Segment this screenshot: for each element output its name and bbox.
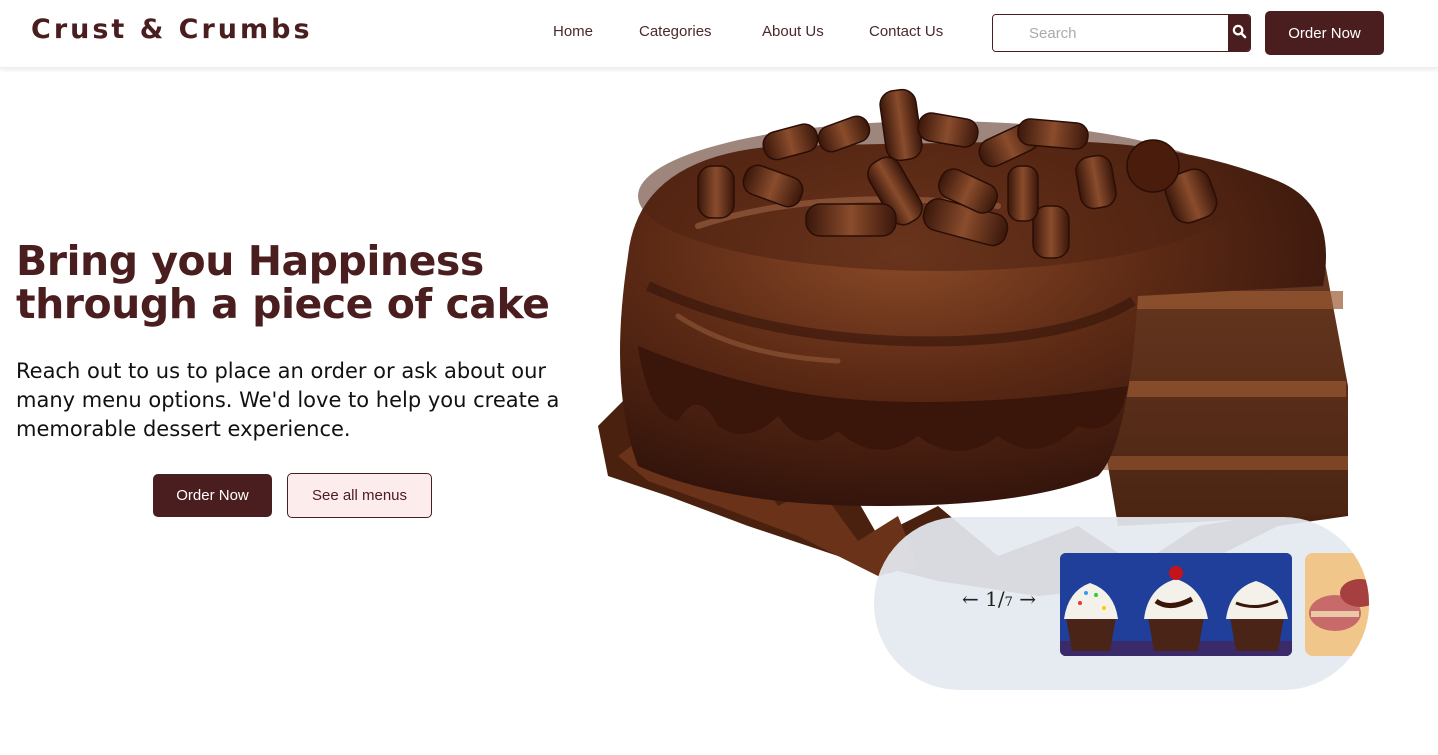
- product-carousel[interactable]: ← 1/7 →: [874, 517, 1369, 690]
- nav-contact-us[interactable]: Contact Us: [869, 23, 943, 40]
- nav-about-us[interactable]: About Us: [762, 23, 824, 40]
- site-header: Crust & Crumbs Home Categories About Us …: [0, 0, 1438, 68]
- see-all-menus-button[interactable]: See all menus: [287, 473, 432, 518]
- cupcakes-image: [1060, 553, 1292, 656]
- hero-title-line1: Bring you Happiness: [16, 237, 484, 285]
- hero-title: Bring you Happiness through a piece of c…: [16, 240, 576, 326]
- carousel-slide-cupcakes[interactable]: [1060, 553, 1292, 656]
- hero-order-now-button[interactable]: Order Now: [153, 474, 272, 517]
- carousel-slide-macarons[interactable]: [1305, 553, 1369, 656]
- carousel-counter[interactable]: ← 1/7 →: [962, 587, 1036, 611]
- brand-logo[interactable]: Crust & Crumbs: [31, 14, 313, 45]
- search-input[interactable]: [993, 15, 1228, 51]
- nav-categories[interactable]: Categories: [639, 23, 712, 40]
- carousel-next-arrow-icon[interactable]: →: [1019, 587, 1036, 611]
- search-icon: [1232, 24, 1247, 43]
- carousel-current: 1: [985, 587, 998, 611]
- hero-title-line2: through a piece of cake: [16, 280, 550, 328]
- carousel-prev-arrow-icon[interactable]: ←: [962, 587, 979, 611]
- search-box: [992, 14, 1251, 52]
- nav-home[interactable]: Home: [553, 23, 593, 40]
- hero-description: Reach out to us to place an order or ask…: [16, 359, 560, 441]
- carousel-total: 7: [1004, 595, 1013, 610]
- header-order-now-button[interactable]: Order Now: [1265, 11, 1384, 55]
- search-button[interactable]: [1228, 15, 1250, 51]
- macarons-image: [1305, 553, 1369, 656]
